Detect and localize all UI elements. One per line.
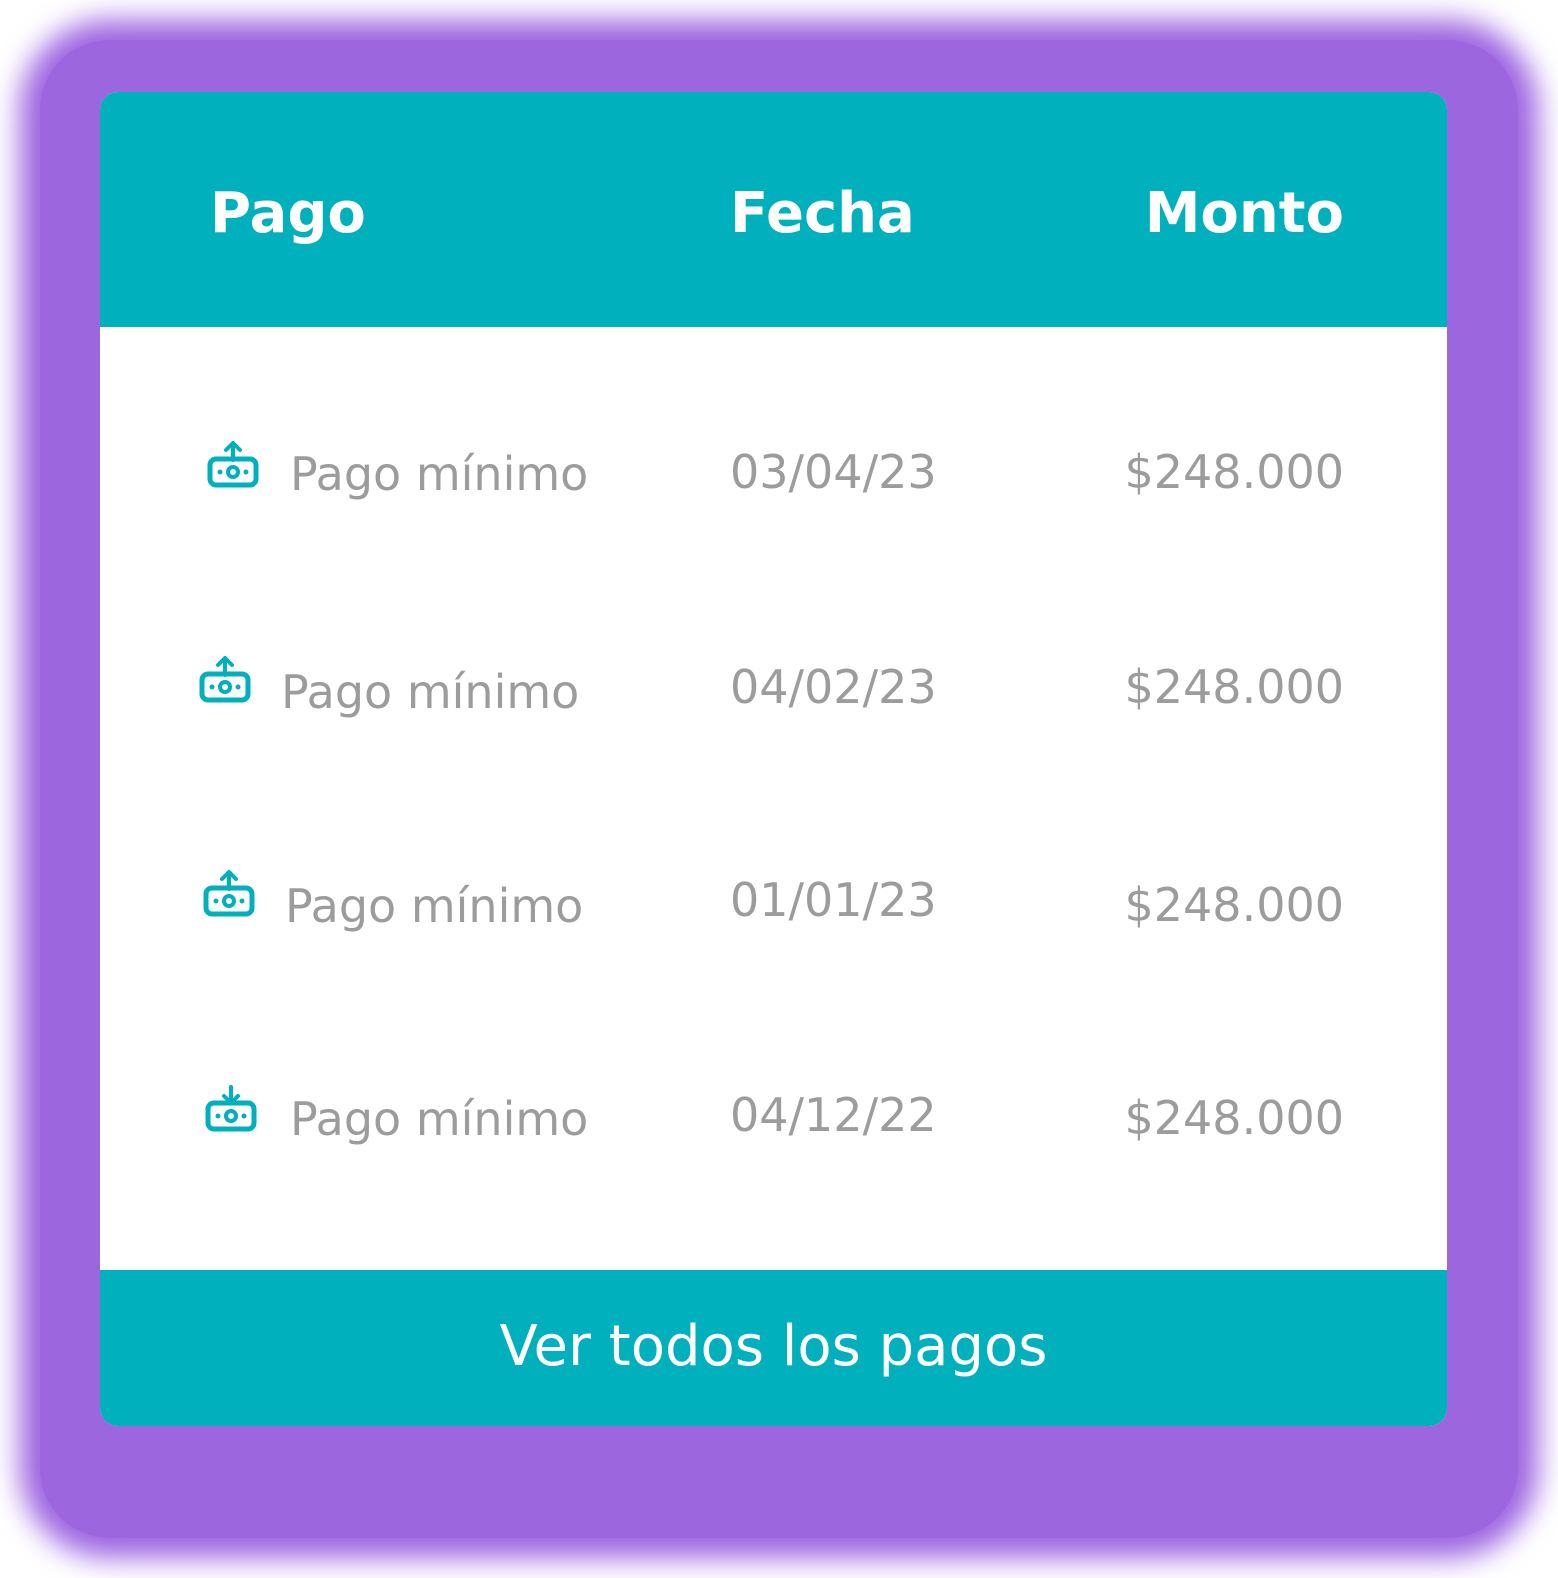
table-row: Pago mínimo 04/02/23 $248.000 — [100, 627, 1447, 747]
payment-amount: $248.000 — [1124, 660, 1345, 714]
view-all-payments-button[interactable]: Ver todos los pagos — [100, 1270, 1447, 1426]
table-row: Pago mínimo 03/04/23 $248.000 — [100, 412, 1447, 532]
money-upload-icon — [207, 441, 259, 488]
payment-amount: $248.000 — [1124, 878, 1345, 932]
table-row: Pago mínimo 04/12/22 $248.000 — [100, 1057, 1447, 1177]
payment-date: 01/01/23 — [730, 873, 937, 927]
payment-date: 04/02/23 — [730, 660, 937, 714]
payment-amount: $248.000 — [1124, 445, 1345, 499]
payment-date: 03/04/23 — [730, 445, 937, 499]
column-header-monto: Monto — [1144, 181, 1344, 246]
payment-type: Pago mínimo — [285, 879, 584, 933]
payment-type: Pago mínimo — [290, 447, 589, 501]
view-all-payments-label: Ver todos los pagos — [499, 1314, 1048, 1379]
payment-date: 04/12/22 — [730, 1088, 937, 1142]
payment-type: Pago mínimo — [290, 1092, 589, 1146]
money-download-icon — [205, 1085, 257, 1132]
money-upload-icon — [203, 870, 255, 917]
money-upload-icon — [199, 656, 251, 703]
payment-type: Pago mínimo — [281, 665, 580, 719]
table-row: Pago mínimo 01/01/23 $248.000 — [100, 842, 1447, 962]
column-header-pago: Pago — [210, 181, 366, 246]
column-header-fecha: Fecha — [730, 181, 915, 246]
payments-card: Pago Fecha Monto Pago mínimo 03/04/23 $2… — [100, 92, 1447, 1426]
payment-amount: $248.000 — [1124, 1091, 1345, 1145]
table-header: Pago Fecha Monto — [100, 92, 1447, 327]
